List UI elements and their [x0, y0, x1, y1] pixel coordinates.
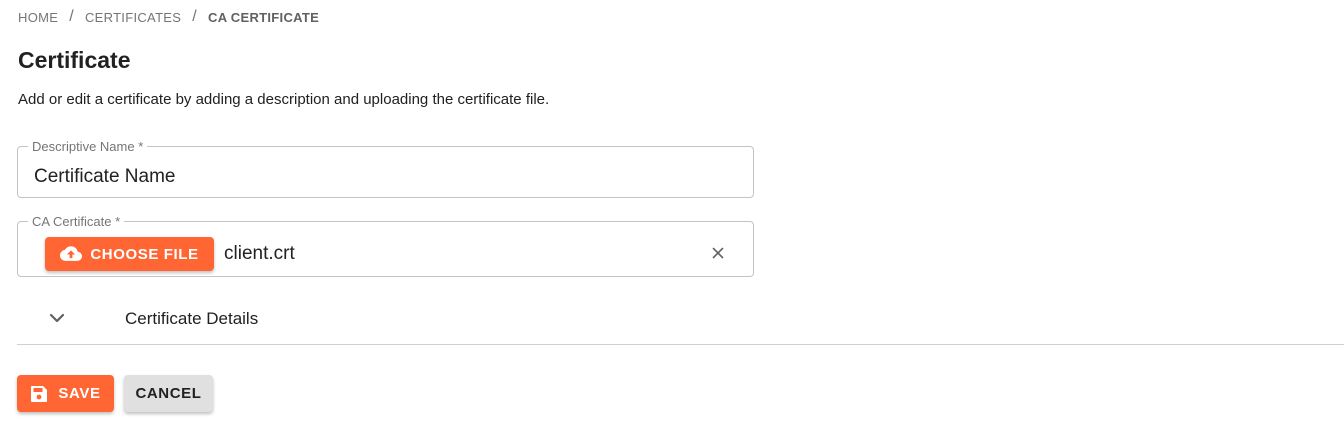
- save-label: SAVE: [58, 385, 101, 402]
- selected-file-name: client.crt: [224, 243, 295, 264]
- chevron-down-icon: [46, 307, 68, 334]
- breadcrumb-current-page: CA CERTIFICATE: [208, 9, 320, 25]
- breadcrumb: HOME / CERTIFICATES / CA CERTIFICATE: [18, 8, 319, 26]
- certificate-details-expander[interactable]: Certificate Details: [17, 295, 1344, 345]
- page-description: Add or edit a certificate by adding a de…: [18, 91, 550, 108]
- breadcrumb-separator: /: [69, 8, 74, 25]
- breadcrumb-home-link[interactable]: HOME: [18, 10, 58, 25]
- ca-certificate-field: CA Certificate * CHOOSE FILE client.crt: [17, 215, 754, 277]
- breadcrumb-separator: /: [192, 8, 197, 25]
- page-title: Certificate: [18, 47, 131, 73]
- choose-file-label: CHOOSE FILE: [90, 245, 199, 263]
- ca-certificate-label: CA Certificate *: [32, 214, 121, 229]
- descriptive-name-input[interactable]: [34, 166, 724, 188]
- descriptive-name-label: Descriptive Name *: [32, 139, 144, 154]
- close-icon[interactable]: [708, 243, 728, 263]
- cancel-button[interactable]: CANCEL: [124, 375, 213, 412]
- descriptive-name-field: Descriptive Name *: [17, 140, 754, 198]
- cloud-upload-icon: [60, 246, 83, 262]
- save-button[interactable]: SAVE: [17, 375, 114, 412]
- certificate-details-label: Certificate Details: [125, 309, 259, 328]
- choose-file-button[interactable]: CHOOSE FILE: [45, 237, 214, 271]
- save-icon: [30, 385, 48, 403]
- breadcrumb-certificates-link[interactable]: CERTIFICATES: [85, 10, 181, 25]
